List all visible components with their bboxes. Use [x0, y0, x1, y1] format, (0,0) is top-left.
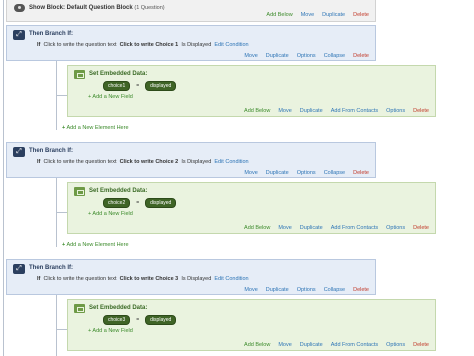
show-block: Show Block: Default Question Block (1 Qu…: [6, 0, 376, 22]
move-button[interactable]: Move: [278, 108, 291, 114]
show-block-title: Show Block: Default Question Block (1 Qu…: [29, 5, 165, 11]
add-below-button[interactable]: Add Below: [244, 225, 270, 231]
branch-icon: ⤢: [13, 147, 25, 157]
field-name-pill[interactable]: choice3: [103, 315, 131, 325]
add-new-field-link[interactable]: + Add a New Field: [88, 94, 133, 100]
branch-condition: If Click to write the question text Clic…: [37, 159, 249, 165]
field-value-pill[interactable]: displayed: [145, 81, 177, 91]
embedded-data-icon: [74, 304, 85, 313]
branch-title: Then Branch If:: [29, 31, 74, 37]
branch-block: ⤢ Then Branch If: If Click to write the …: [6, 259, 376, 295]
move-button[interactable]: Move: [278, 342, 291, 348]
tree-line: [56, 95, 67, 96]
add-below-button[interactable]: Add Below: [266, 12, 292, 18]
add-new-field-link[interactable]: + Add a New Field: [88, 211, 133, 217]
delete-button[interactable]: Delete: [353, 12, 369, 18]
move-button[interactable]: Move: [301, 12, 314, 18]
embedded-data-title: Set Embedded Data:: [89, 188, 148, 194]
delete-button[interactable]: Delete: [353, 53, 369, 59]
plus-icon: +: [62, 242, 66, 248]
plus-icon: +: [62, 125, 66, 131]
add-new-element-link[interactable]: + Add a New Element Here: [62, 125, 129, 131]
duplicate-button[interactable]: Duplicate: [300, 108, 323, 114]
collapse-button[interactable]: Collapse: [324, 287, 345, 293]
embedded-data-block: Set Embedded Data: choice1 = displayed +…: [67, 65, 436, 117]
duplicate-button[interactable]: Duplicate: [266, 170, 289, 176]
field-value-pill[interactable]: displayed: [145, 198, 177, 208]
embedded-field-row: choice2 = displayed: [103, 198, 177, 208]
tree-line: [56, 294, 57, 356]
add-from-contacts-button[interactable]: Add From Contacts: [331, 342, 378, 348]
add-new-element-link[interactable]: + Add a New Element Here: [62, 242, 129, 248]
branch-actions: Move Duplicate Options Collapse Delete: [244, 170, 369, 176]
branch-actions: Move Duplicate Options Collapse Delete: [244, 53, 369, 59]
edit-condition-link[interactable]: Edit Condition: [214, 42, 248, 48]
block-icon: [14, 4, 25, 12]
options-button[interactable]: Options: [386, 342, 405, 348]
show-block-actions: Add Below Move Duplicate Delete: [266, 12, 369, 18]
equals-sign: =: [136, 83, 140, 89]
duplicate-button[interactable]: Duplicate: [300, 225, 323, 231]
options-button[interactable]: Options: [386, 108, 405, 114]
add-below-button[interactable]: Add Below: [244, 108, 270, 114]
embedded-field-row: choice3 = displayed: [103, 315, 177, 325]
field-name-pill[interactable]: choice1: [103, 81, 131, 91]
delete-button[interactable]: Delete: [353, 287, 369, 293]
embedded-data-block: Set Embedded Data: choice3 = displayed +…: [67, 299, 436, 351]
embedded-data-icon: [74, 187, 85, 196]
embedded-data-title: Set Embedded Data:: [89, 305, 148, 311]
equals-sign: =: [136, 200, 140, 206]
tree-line: [3, 0, 4, 356]
edit-condition-link[interactable]: Edit Condition: [214, 276, 248, 282]
delete-button[interactable]: Delete: [353, 170, 369, 176]
duplicate-button[interactable]: Duplicate: [266, 287, 289, 293]
embedded-data-title: Set Embedded Data:: [89, 71, 148, 77]
branch-actions: Move Duplicate Options Collapse Delete: [244, 287, 369, 293]
options-button[interactable]: Options: [297, 53, 316, 59]
add-from-contacts-button[interactable]: Add From Contacts: [331, 108, 378, 114]
edit-condition-link[interactable]: Edit Condition: [214, 159, 248, 165]
embedded-data-block: Set Embedded Data: choice2 = displayed +…: [67, 182, 436, 234]
branch-condition: If Click to write the question text Clic…: [37, 276, 249, 282]
collapse-button[interactable]: Collapse: [324, 53, 345, 59]
embedded-data-actions: Add Below Move Duplicate Add From Contac…: [244, 225, 429, 231]
branch-condition: If Click to write the question text Clic…: [37, 42, 249, 48]
add-new-field-link[interactable]: + Add a New Field: [88, 328, 133, 334]
add-from-contacts-button[interactable]: Add From Contacts: [331, 225, 378, 231]
tree-line: [56, 212, 67, 213]
delete-button[interactable]: Delete: [413, 108, 429, 114]
branch-block: ⤢ Then Branch If: If Click to write the …: [6, 142, 376, 178]
embedded-data-icon: [74, 70, 85, 79]
add-below-button[interactable]: Add Below: [244, 342, 270, 348]
branch-block: ⤢ Then Branch If: If Click to write the …: [6, 25, 376, 61]
move-button[interactable]: Move: [244, 287, 257, 293]
field-value-pill[interactable]: displayed: [145, 315, 177, 325]
branch-icon: ⤢: [13, 30, 25, 40]
embedded-field-row: choice1 = displayed: [103, 81, 177, 91]
move-button[interactable]: Move: [244, 170, 257, 176]
options-button[interactable]: Options: [386, 225, 405, 231]
duplicate-button[interactable]: Duplicate: [300, 342, 323, 348]
collapse-button[interactable]: Collapse: [324, 170, 345, 176]
move-button[interactable]: Move: [278, 225, 291, 231]
equals-sign: =: [136, 317, 140, 323]
branch-icon: ⤢: [13, 264, 25, 274]
options-button[interactable]: Options: [297, 287, 316, 293]
duplicate-button[interactable]: Duplicate: [266, 53, 289, 59]
duplicate-button[interactable]: Duplicate: [322, 12, 345, 18]
options-button[interactable]: Options: [297, 170, 316, 176]
delete-button[interactable]: Delete: [413, 342, 429, 348]
embedded-data-actions: Add Below Move Duplicate Add From Contac…: [244, 108, 429, 114]
branch-title: Then Branch If:: [29, 148, 74, 154]
move-button[interactable]: Move: [244, 53, 257, 59]
delete-button[interactable]: Delete: [413, 225, 429, 231]
embedded-data-actions: Add Below Move Duplicate Add From Contac…: [244, 342, 429, 348]
field-name-pill[interactable]: choice2: [103, 198, 131, 208]
tree-line: [56, 329, 67, 330]
branch-title: Then Branch If:: [29, 265, 74, 271]
